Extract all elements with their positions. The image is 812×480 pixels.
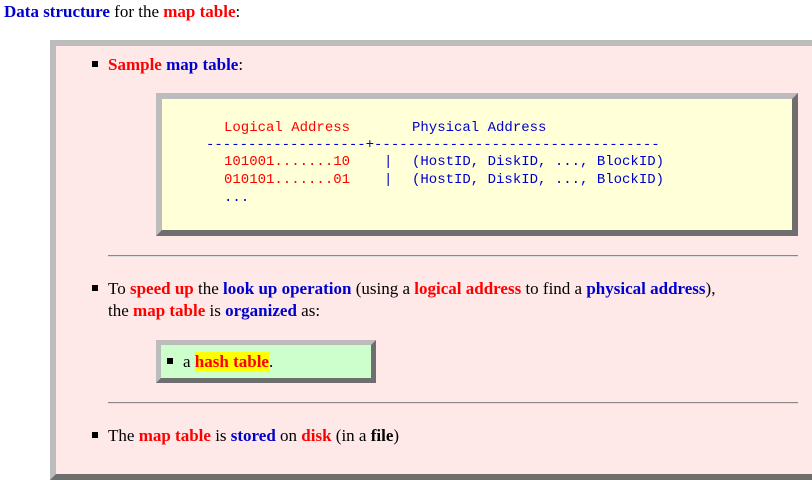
text: the <box>193 279 224 298</box>
header-logical-address: Logical Address <box>224 120 351 136</box>
bullet-square-icon <box>92 285 98 291</box>
term-map-table: map table <box>138 426 211 445</box>
colon: : <box>238 55 244 74</box>
heading-colon: : <box>235 2 241 21</box>
term-sample: Sample <box>108 55 162 74</box>
text: a <box>183 352 195 371</box>
term-map-table: map table <box>133 301 206 320</box>
text: the <box>108 301 134 320</box>
text: ) <box>393 426 400 445</box>
text: to find a <box>521 279 587 298</box>
bullet-sample-map-table: Sample map table: <box>92 54 243 76</box>
row-1-logical: 101001.......10 <box>224 154 351 170</box>
table-separator: -------------------+--------------------… <box>206 137 660 153</box>
bullet-stored-on-disk: The map table is stored on disk (in a fi… <box>92 425 399 447</box>
divider <box>108 255 798 257</box>
text: The <box>108 426 139 445</box>
term-logical-address: logical address <box>414 279 522 298</box>
row-2-logical: 010101.......01 <box>224 172 351 188</box>
text: on <box>275 426 302 445</box>
text: (using a <box>351 279 415 298</box>
term-hash-table: hash table <box>194 352 269 371</box>
sample-map-table-box: Logical Address Physical Address -------… <box>156 93 798 236</box>
bullet-speed-up: To speed up the look up operation (using… <box>92 278 715 300</box>
text: . <box>268 352 274 371</box>
header-physical-address: Physical Address <box>412 120 547 136</box>
hash-table-box: a hash table. <box>156 340 376 383</box>
divider <box>108 402 798 404</box>
row-1-physical: (HostID, DiskID, ..., BlockID) <box>412 154 665 170</box>
row-2-sep: | <box>384 172 393 188</box>
table-ellipsis: ... <box>224 190 250 206</box>
bullet-square-icon <box>92 61 98 67</box>
term-stored: stored <box>230 426 276 445</box>
text: To <box>108 279 130 298</box>
page-heading: Data structure for the map table: <box>4 2 240 22</box>
text: is <box>205 301 226 320</box>
bullet-square-icon <box>167 358 173 364</box>
heading-term-data-structure: Data structure <box>4 2 110 21</box>
hash-table-item: a hash table. <box>167 351 273 373</box>
term-speed-up: speed up <box>129 279 194 298</box>
heading-term-map-table: map table <box>163 2 236 21</box>
row-2-physical: (HostID, DiskID, ..., BlockID) <box>412 172 665 188</box>
term-look-up-operation: look up operation <box>223 279 352 298</box>
term-organized: organized <box>225 301 297 320</box>
text: as: <box>296 301 321 320</box>
text: (in a <box>331 426 371 445</box>
term-file: file <box>370 426 394 445</box>
text: is <box>210 426 231 445</box>
term-disk: disk <box>301 426 332 445</box>
heading-text: for the <box>109 2 164 21</box>
row-1-sep: | <box>384 154 393 170</box>
term-map-table: map table <box>166 55 239 74</box>
text: ), <box>705 279 716 298</box>
term-physical-address: physical address <box>586 279 706 298</box>
bullet-square-icon <box>92 432 98 438</box>
bullet-speed-up-line-2: the map table is organized as: <box>108 300 320 322</box>
